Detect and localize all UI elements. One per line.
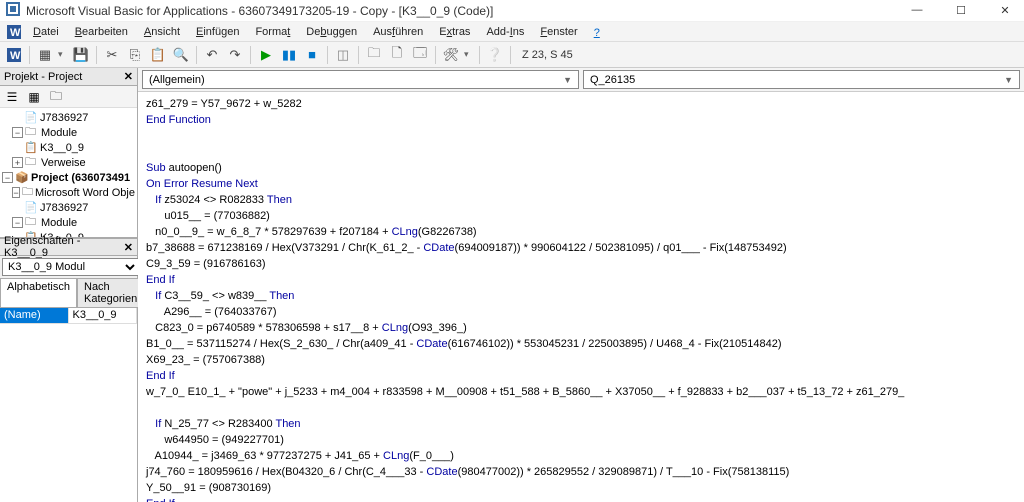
- folder-icon: 🗀: [22, 183, 33, 202]
- window-title: Microsoft Visual Basic for Applications …: [26, 4, 904, 18]
- props-grid[interactable]: (Name) K3__0_9: [0, 308, 137, 502]
- prop-name-value[interactable]: K3__0_9: [69, 308, 138, 323]
- minimize-button[interactable]: —: [904, 4, 930, 17]
- project-tree[interactable]: 📄J7836927 −🗀Module 📋K3__0_9 +🗀Verweise −…: [0, 108, 137, 238]
- project-pane-header: Projekt - Project ✕: [0, 68, 137, 86]
- tb-pause-icon[interactable]: ▮▮: [279, 45, 299, 65]
- tb-undo-icon[interactable]: ↶: [202, 45, 222, 65]
- menu-format[interactable]: Format: [248, 24, 297, 40]
- menu-view[interactable]: Ansicht: [137, 24, 187, 40]
- tb-copy-icon[interactable]: ⎘: [125, 45, 145, 65]
- maximize-button[interactable]: ☐: [948, 4, 974, 17]
- toolbar: W ▦▾ 💾 ✂ ⎘ 📋 🔍 ↶ ↷ ▶ ▮▮ ■ ◫ 🗀 🗋 🗔 🛠 ▾ ❔ …: [0, 42, 1024, 68]
- close-button[interactable]: ✕: [992, 4, 1018, 17]
- menu-window[interactable]: Fenster: [533, 24, 584, 40]
- menu-debug[interactable]: Debuggen: [299, 24, 364, 40]
- tab-alphabetic[interactable]: Alphabetisch: [0, 278, 77, 307]
- code-object-select[interactable]: (Allgemein)▼: [142, 70, 579, 89]
- menu-addins[interactable]: Add-Ins: [479, 24, 531, 40]
- tb-new-drop[interactable]: ▾: [58, 49, 68, 60]
- folder-icon: 🗀: [25, 213, 39, 232]
- menu-edit[interactable]: Bearbeiten: [68, 24, 135, 40]
- collapse-icon[interactable]: −: [12, 187, 20, 198]
- tb-cut-icon[interactable]: ✂: [102, 45, 122, 65]
- tab-categorized[interactable]: Nach Kategorien: [77, 278, 144, 307]
- folder-icon: 🗀: [25, 153, 39, 172]
- tb-toolbox-icon[interactable]: 🛠: [441, 45, 461, 65]
- props-object-select[interactable]: K3__0_9 Modul: [2, 258, 139, 276]
- tb-run-icon[interactable]: ▶: [256, 45, 276, 65]
- expand-icon[interactable]: +: [12, 157, 23, 168]
- code-procedure-select[interactable]: Q_26135▼: [583, 70, 1020, 89]
- tb-help-icon[interactable]: ❔: [485, 45, 505, 65]
- tb-browser-icon[interactable]: 🗔: [410, 45, 430, 65]
- collapse-icon[interactable]: −: [12, 127, 23, 138]
- app-icon: [6, 2, 20, 19]
- tb-toolbox-drop[interactable]: ▾: [464, 49, 474, 60]
- tb-paste-icon[interactable]: 📋: [148, 45, 168, 65]
- props-close-icon[interactable]: ✕: [124, 241, 133, 254]
- menu-run[interactable]: Ausführen: [366, 24, 430, 40]
- svg-text:W: W: [10, 50, 21, 62]
- tb-design-icon[interactable]: ◫: [333, 45, 353, 65]
- prop-name-label[interactable]: (Name): [0, 308, 69, 323]
- collapse-icon[interactable]: −: [12, 217, 23, 228]
- tb-save-icon[interactable]: 💾: [71, 45, 91, 65]
- tree-view-object-icon[interactable]: ▦: [24, 88, 44, 106]
- tb-props-icon[interactable]: 🗋: [387, 45, 407, 65]
- chevron-down-icon: ▼: [563, 75, 572, 85]
- menu-extras[interactable]: Extras: [432, 24, 477, 40]
- word-icon[interactable]: W: [4, 22, 24, 42]
- props-title: Eigenschaften - K3__0_9: [4, 235, 124, 259]
- window-title-bar: Microsoft Visual Basic for Applications …: [0, 0, 1024, 22]
- project-close-icon[interactable]: ✕: [124, 70, 133, 83]
- tb-redo-icon[interactable]: ↷: [225, 45, 245, 65]
- tb-project-icon[interactable]: 🗀: [364, 45, 384, 65]
- svg-text:W: W: [10, 27, 21, 39]
- menu-help[interactable]: ?: [587, 22, 607, 41]
- menu-file[interactable]: Datei: [26, 24, 66, 40]
- tb-stop-icon[interactable]: ■: [302, 45, 322, 65]
- project-title: Projekt - Project: [4, 71, 82, 83]
- folder-icon: 🗀: [25, 123, 39, 142]
- collapse-icon[interactable]: −: [2, 172, 13, 183]
- chevron-down-icon: ▼: [1004, 75, 1013, 85]
- tree-view-code-icon[interactable]: ☰: [2, 88, 22, 106]
- menu-insert[interactable]: Einfügen: [189, 24, 246, 40]
- props-pane-header: Eigenschaften - K3__0_9 ✕: [0, 238, 137, 256]
- tb-word-icon[interactable]: W: [4, 45, 24, 65]
- tb-find-icon[interactable]: 🔍: [171, 45, 191, 65]
- toolbar-position: Z 23, S 45: [522, 49, 573, 61]
- code-editor[interactable]: z61_279 = Y57_9672 + w_5282 End Function…: [138, 92, 1024, 502]
- menu-bar: W Datei Bearbeiten Ansicht Einfügen Form…: [0, 22, 1024, 42]
- tree-folders-icon[interactable]: 🗀: [46, 88, 66, 106]
- tb-new-icon[interactable]: ▦: [35, 45, 55, 65]
